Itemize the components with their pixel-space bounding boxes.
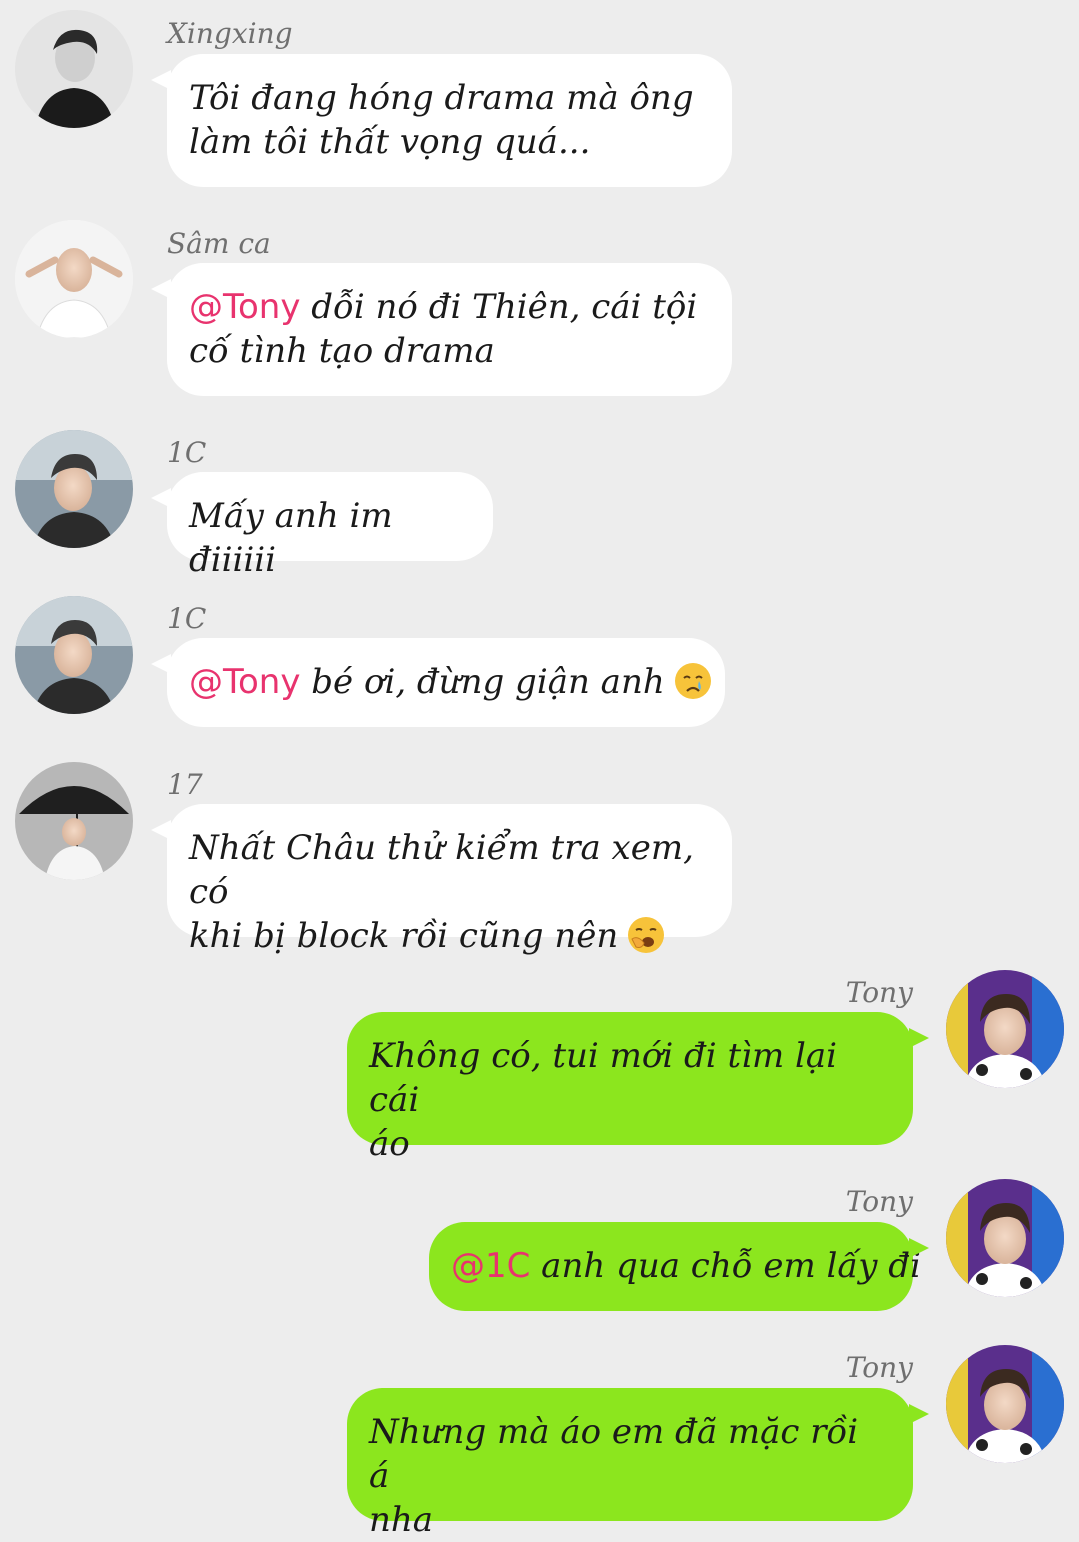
message-text-line: Tôi đang hóng drama mà ông [189,78,694,118]
mention-link[interactable]: @1C [451,1246,530,1286]
bubble-tail [909,1028,929,1048]
message-text-line: làm tôi thất vọng quá... [189,122,591,162]
message-bubble[interactable]: @Tony bé ơi, đừng giận anh [151,638,725,727]
message-bubble[interactable]: Mấy anh im điiiiii [151,472,493,580]
message-text-line: nha [369,1500,434,1540]
yawning-face-icon [628,917,665,953]
bubble-tail [909,1404,929,1424]
message-text: anh qua chỗ em lấy đi [530,1246,921,1286]
person-photo-icon [15,762,133,880]
message-text-line: áo [369,1124,410,1164]
sender-name: Tony [845,1351,913,1384]
avatar[interactable] [946,1345,1064,1463]
message-text: khi bị block rồi cũng nên [189,916,619,956]
bubble-tail [151,654,171,674]
avatar[interactable] [15,596,133,714]
sender-name: 1C [167,436,207,469]
avatar[interactable] [946,970,1064,1088]
avatar[interactable] [946,1179,1064,1297]
bubble-tail [151,70,171,90]
person-photo-icon [946,970,1064,1088]
bubble-tail [151,279,171,299]
message-text-line: Mấy anh im điiiiii [189,496,393,580]
message-bubble[interactable]: Tôi đang hóng drama mà ông làm tôi thất … [151,54,732,187]
message-text-line: @Tony bé ơi, đừng giận anh [189,660,711,704]
message-text: bé ơi, đừng giận anh [300,662,665,702]
person-photo-icon [15,220,133,338]
sender-name: Tony [845,976,913,1009]
message-text-line: Không có, tui mới đi tìm lại cái [369,1036,838,1120]
message-text: dỗi nó đi Thiên, cái tội [300,287,698,327]
avatar[interactable] [15,762,133,880]
message-text-line: cố tình tạo drama [189,331,495,371]
person-photo-icon [15,430,133,548]
avatar[interactable] [15,10,133,128]
sender-name: 17 [167,768,203,801]
message-text-line: @1C anh qua chỗ em lấy đi [451,1244,921,1288]
message-bubble[interactable]: @Tony dỗi nó đi Thiên, cái tội cố tình t… [151,263,732,396]
mention-link[interactable]: @Tony [189,287,300,327]
message-bubble[interactable]: Không có, tui mới đi tìm lại cái áo [347,1012,929,1164]
message-bubble[interactable]: Nhất Châu thử kiểm tra xem, có khi bị bl… [151,804,732,956]
bubble-tail [909,1238,929,1258]
bubble-tail [151,820,171,840]
message-text-line: Nhất Châu thử kiểm tra xem, có [189,828,694,912]
sender-name: Sâm ca [167,227,271,260]
avatar[interactable] [15,430,133,548]
person-photo-icon [946,1179,1064,1297]
message-text-line: khi bị block rồi cũng nên [189,914,708,958]
person-photo-icon [15,596,133,714]
mention-link[interactable]: @Tony [189,662,300,702]
person-photo-icon [946,1345,1064,1463]
sender-name: 1C [167,602,207,635]
message-text-line: @Tony dỗi nó đi Thiên, cái tội [189,285,708,329]
sender-name: Tony [845,1185,913,1218]
message-bubble[interactable]: @1C anh qua chỗ em lấy đi [429,1222,929,1311]
person-photo-icon [15,10,133,128]
message-bubble[interactable]: Nhưng mà áo em đã mặc rồi á nha [347,1388,929,1540]
message-text-line: Nhưng mà áo em đã mặc rồi á [369,1412,859,1496]
bubble-tail [151,488,171,508]
avatar[interactable] [15,220,133,338]
crying-face-icon [674,663,711,699]
sender-name: Xingxing [167,17,293,50]
